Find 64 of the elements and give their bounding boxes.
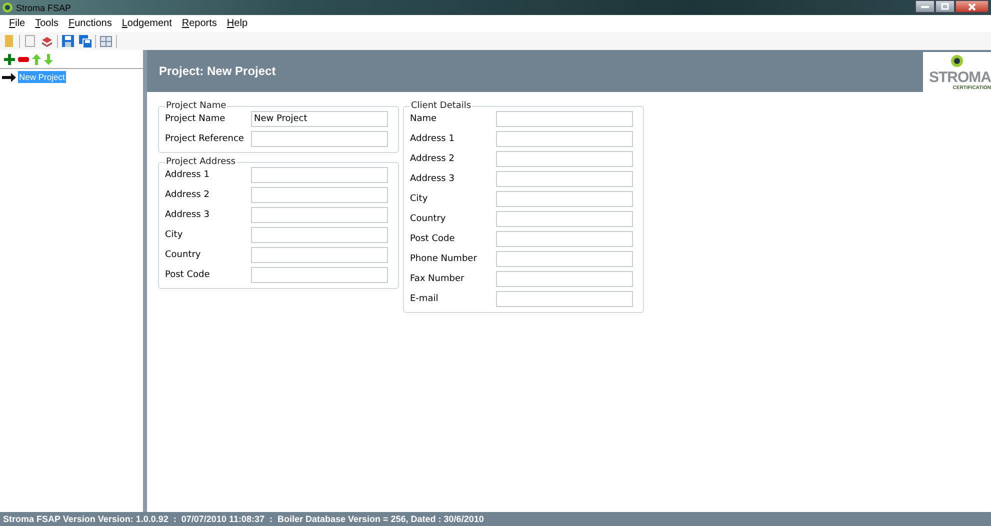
- input-field[interactable]: [496, 211, 633, 227]
- menu-item[interactable]: Reports: [176, 18, 222, 29]
- minimize-button[interactable]: [915, 0, 935, 13]
- field-label: City: [410, 194, 429, 204]
- input-field[interactable]: [251, 131, 388, 147]
- input-field[interactable]: [496, 291, 633, 307]
- page-title: Project: New Project: [159, 64, 276, 78]
- field-label: Fax Number: [410, 274, 466, 284]
- minus-icon[interactable]: [18, 56, 29, 62]
- folder-icon[interactable]: [2, 34, 16, 48]
- restore-icon: [941, 3, 949, 10]
- field-label: Address 1: [410, 134, 456, 144]
- field-label: Project Reference: [165, 134, 245, 144]
- field-label: Address 2: [165, 190, 210, 200]
- save-all-icon[interactable]: [78, 34, 92, 48]
- input-field[interactable]: New Project: [251, 111, 388, 127]
- menu-item[interactable]: File: [4, 18, 30, 29]
- field-label: Name: [410, 114, 438, 124]
- input-field[interactable]: [496, 171, 633, 187]
- field-label: Country: [410, 214, 447, 224]
- field-label: Address 2: [410, 154, 456, 164]
- input-field[interactable]: [496, 131, 633, 147]
- plus-icon[interactable]: [4, 54, 15, 64]
- menu-item[interactable]: Lodgement: [116, 18, 177, 29]
- input-field[interactable]: [496, 111, 633, 127]
- status-bar: Stroma FSAP Version Version: 1.0.0.92 : 07/07/2010 11:08:37 : Boiler Database Version = 256, Dated : 30/6/2010: [0, 512, 991, 526]
- arrow-right-icon: [2, 72, 16, 82]
- input-field[interactable]: [251, 167, 388, 183]
- close-icon: [968, 2, 976, 10]
- input-field[interactable]: [496, 231, 633, 247]
- field-label: Address 3: [165, 210, 210, 220]
- field-label: Address 1: [165, 170, 210, 180]
- field-label: Post Code: [410, 234, 456, 244]
- app-logo-icon: [2, 2, 13, 13]
- field-label: Post Code: [165, 270, 211, 280]
- input-field[interactable]: [496, 151, 633, 167]
- input-field[interactable]: [251, 267, 388, 283]
- field-label: Country: [165, 250, 202, 260]
- input-field[interactable]: [496, 191, 633, 207]
- field-label: Phone Number: [410, 254, 478, 264]
- field-label: Project Name: [165, 114, 226, 124]
- field-label: Address 3: [410, 174, 456, 184]
- field-label: E-mail: [410, 294, 440, 304]
- arrow-down-icon[interactable]: [44, 54, 53, 64]
- restore-button[interactable]: [935, 0, 955, 13]
- input-field[interactable]: [496, 251, 633, 267]
- field-label: City: [165, 230, 184, 240]
- input-field[interactable]: [251, 227, 388, 243]
- menu-item[interactable]: Functions: [63, 18, 117, 29]
- group-title: Client Details: [410, 101, 472, 111]
- input-field[interactable]: [251, 207, 388, 223]
- save-icon[interactable]: [61, 34, 75, 48]
- grid-icon[interactable]: [99, 34, 113, 48]
- input-field[interactable]: [251, 187, 388, 203]
- input-field[interactable]: [251, 247, 388, 263]
- minimize-icon: [921, 5, 929, 8]
- menu-item[interactable]: Tools: [30, 18, 64, 29]
- group-title: Project Name: [165, 101, 228, 111]
- document-icon[interactable]: [23, 34, 37, 48]
- window-title: Stroma FSAP: [16, 2, 72, 12]
- input-field[interactable]: [496, 271, 633, 287]
- menu-item[interactable]: Help: [222, 18, 253, 29]
- group-title: Project Address: [165, 157, 236, 167]
- close-button[interactable]: [955, 0, 989, 13]
